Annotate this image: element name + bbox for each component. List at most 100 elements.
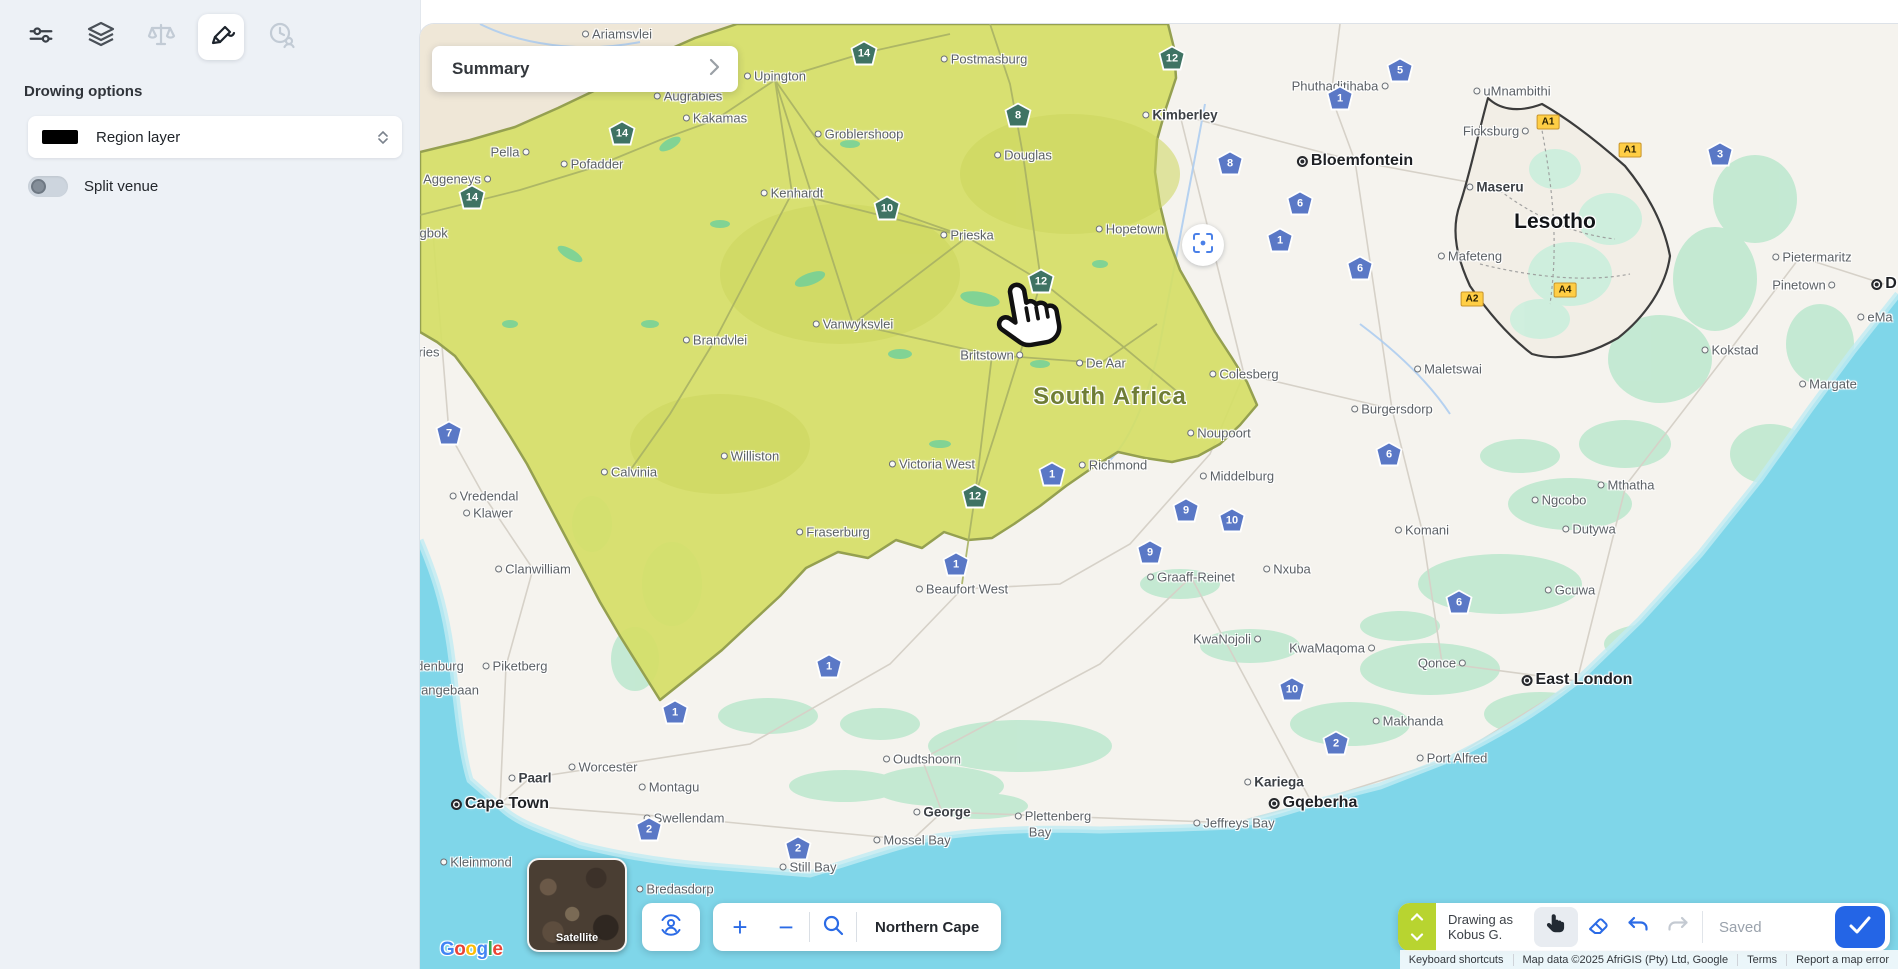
confirm-button[interactable] (1835, 906, 1885, 948)
map-label: Plettenberg (1015, 809, 1092, 824)
searched-region-name: Northern Cape (857, 919, 997, 936)
undo-icon (1626, 913, 1650, 942)
highlighter-icon (205, 19, 237, 56)
map-label: Graaff-Reinet (1147, 570, 1235, 585)
route-shield: 1 (1039, 462, 1066, 487)
focus-icon (1192, 232, 1214, 259)
map-label: Lesotho (1514, 210, 1596, 234)
zoom-toolbar: + − Northern Cape (713, 903, 1001, 951)
attribution-item[interactable]: Terms (1737, 954, 1786, 966)
eraser-icon (1586, 913, 1610, 942)
map-label: De Aar (1076, 356, 1126, 371)
drawing-options-heading: Drowing options (24, 83, 142, 100)
redo-button[interactable] (1658, 907, 1698, 947)
map-label: Upington (744, 69, 806, 84)
sliders-tool-button[interactable] (18, 14, 64, 60)
attribution-item: Map data ©2025 AfriGIS (Pty) Ltd, Google (1513, 954, 1738, 966)
map-label: Maseru (1466, 180, 1523, 195)
map-label: Gqeberha (1269, 794, 1358, 812)
map-label: George (913, 805, 970, 820)
drawing-as-line1: Drawing as (1448, 912, 1534, 927)
route-shield: 2 (785, 836, 812, 861)
map-label: uMnambithi (1473, 84, 1550, 99)
map-label: Clanwilliam (495, 562, 571, 577)
map-label: Burgersdorp (1351, 402, 1433, 417)
map-label: eMa (1857, 310, 1892, 325)
pan-tool-button[interactable] (1534, 907, 1578, 947)
map-label: Piketberg (483, 659, 548, 674)
route-shield: 10 (1219, 508, 1246, 533)
region-layer-select[interactable]: Region layer (28, 116, 402, 158)
select-chevrons-icon (378, 131, 388, 144)
map-label: Ficksburg (1463, 124, 1529, 139)
route-shield: 1 (943, 552, 970, 577)
collapse-toolbar-button[interactable] (1398, 903, 1436, 951)
map-label: Postmasburg (941, 52, 1028, 67)
map-label: Kariega (1244, 775, 1304, 790)
drawing-toolbar: Drawing as Kobus G. Saved (1398, 903, 1890, 951)
zoom-out-button[interactable]: − (763, 903, 809, 951)
split-venue-toggle[interactable] (28, 176, 68, 197)
map-label: Maletswai (1414, 362, 1482, 377)
history-tool-button[interactable] (258, 14, 304, 60)
map-label: Cape Town (451, 795, 549, 813)
route-shield: 1 (1327, 86, 1354, 111)
save-status: Saved (1707, 919, 1774, 936)
drawing-as-line2: Kobus G. (1448, 927, 1534, 942)
search-button[interactable] (810, 903, 856, 951)
map-label: Kimberley (1142, 108, 1217, 123)
map-label: Margate (1799, 377, 1857, 392)
route-shield: 9 (1173, 498, 1200, 523)
chevron-right-icon (708, 58, 720, 81)
scale-icon (145, 19, 177, 56)
map-label: Britstown (960, 348, 1023, 363)
map-label: Ngcobo (1532, 493, 1587, 508)
map-label: Richmond (1079, 458, 1148, 473)
highlighter-tool-button[interactable] (198, 14, 244, 60)
route-badge: A4 (1554, 283, 1577, 298)
undo-button[interactable] (1618, 907, 1658, 947)
map-label: Bay (1029, 825, 1051, 840)
map-label: Port Alfred (1417, 751, 1488, 766)
summary-panel[interactable]: Summary (432, 46, 738, 92)
route-shield: 5 (1387, 58, 1414, 83)
map-label: Gcuwa (1545, 583, 1595, 598)
route-shield: 10 (874, 196, 901, 221)
focus-region-button[interactable] (1182, 224, 1224, 266)
map-label: Kokstad (1702, 343, 1759, 358)
checkmark-icon (1848, 915, 1872, 940)
map-label: Klawer (463, 506, 513, 521)
route-shield: 14 (851, 41, 878, 66)
route-shield: 14 (609, 121, 636, 146)
toggle-knob (31, 179, 46, 194)
attribution-item[interactable]: Report a map error (1786, 954, 1898, 966)
chevron-down-icon (1410, 928, 1424, 946)
map-label: Bredasdorp (636, 882, 713, 897)
layers-icon (85, 19, 117, 56)
map-label: Pietermaritz (1772, 250, 1851, 265)
layer-color-swatch (42, 130, 78, 144)
map-label: Paarl (508, 771, 551, 786)
map-label: Victoria West (889, 457, 975, 472)
map-label: Pofadder (561, 157, 624, 172)
map-canvas[interactable]: AriamsvleiUpingtonAugrabiesKakamasGroble… (420, 24, 1898, 969)
map-label: Calvinia (601, 465, 657, 480)
map-label: Noupoort (1187, 426, 1250, 441)
map-label: Worcester (569, 760, 638, 775)
satellite-layer-button[interactable]: Satellite (527, 858, 627, 952)
route-shield: 2 (1323, 731, 1350, 756)
eraser-button[interactable] (1578, 907, 1618, 947)
attribution-item[interactable]: Keyboard shortcuts (1400, 954, 1513, 966)
map-label: ngbok (420, 226, 448, 241)
layers-tool-button[interactable] (78, 14, 124, 60)
zoom-in-button[interactable]: + (717, 903, 763, 951)
map-label: Ariamsvlei (582, 27, 652, 42)
route-badge: A2 (1461, 292, 1484, 307)
map-label: South Africa (1033, 383, 1187, 411)
route-shield: 6 (1446, 590, 1473, 615)
route-shield: 3 (1707, 142, 1734, 167)
locate-button[interactable] (642, 903, 700, 951)
route-shield: 6 (1376, 442, 1403, 467)
scale-tool-button[interactable] (138, 14, 184, 60)
chevron-up-icon (1410, 908, 1424, 926)
